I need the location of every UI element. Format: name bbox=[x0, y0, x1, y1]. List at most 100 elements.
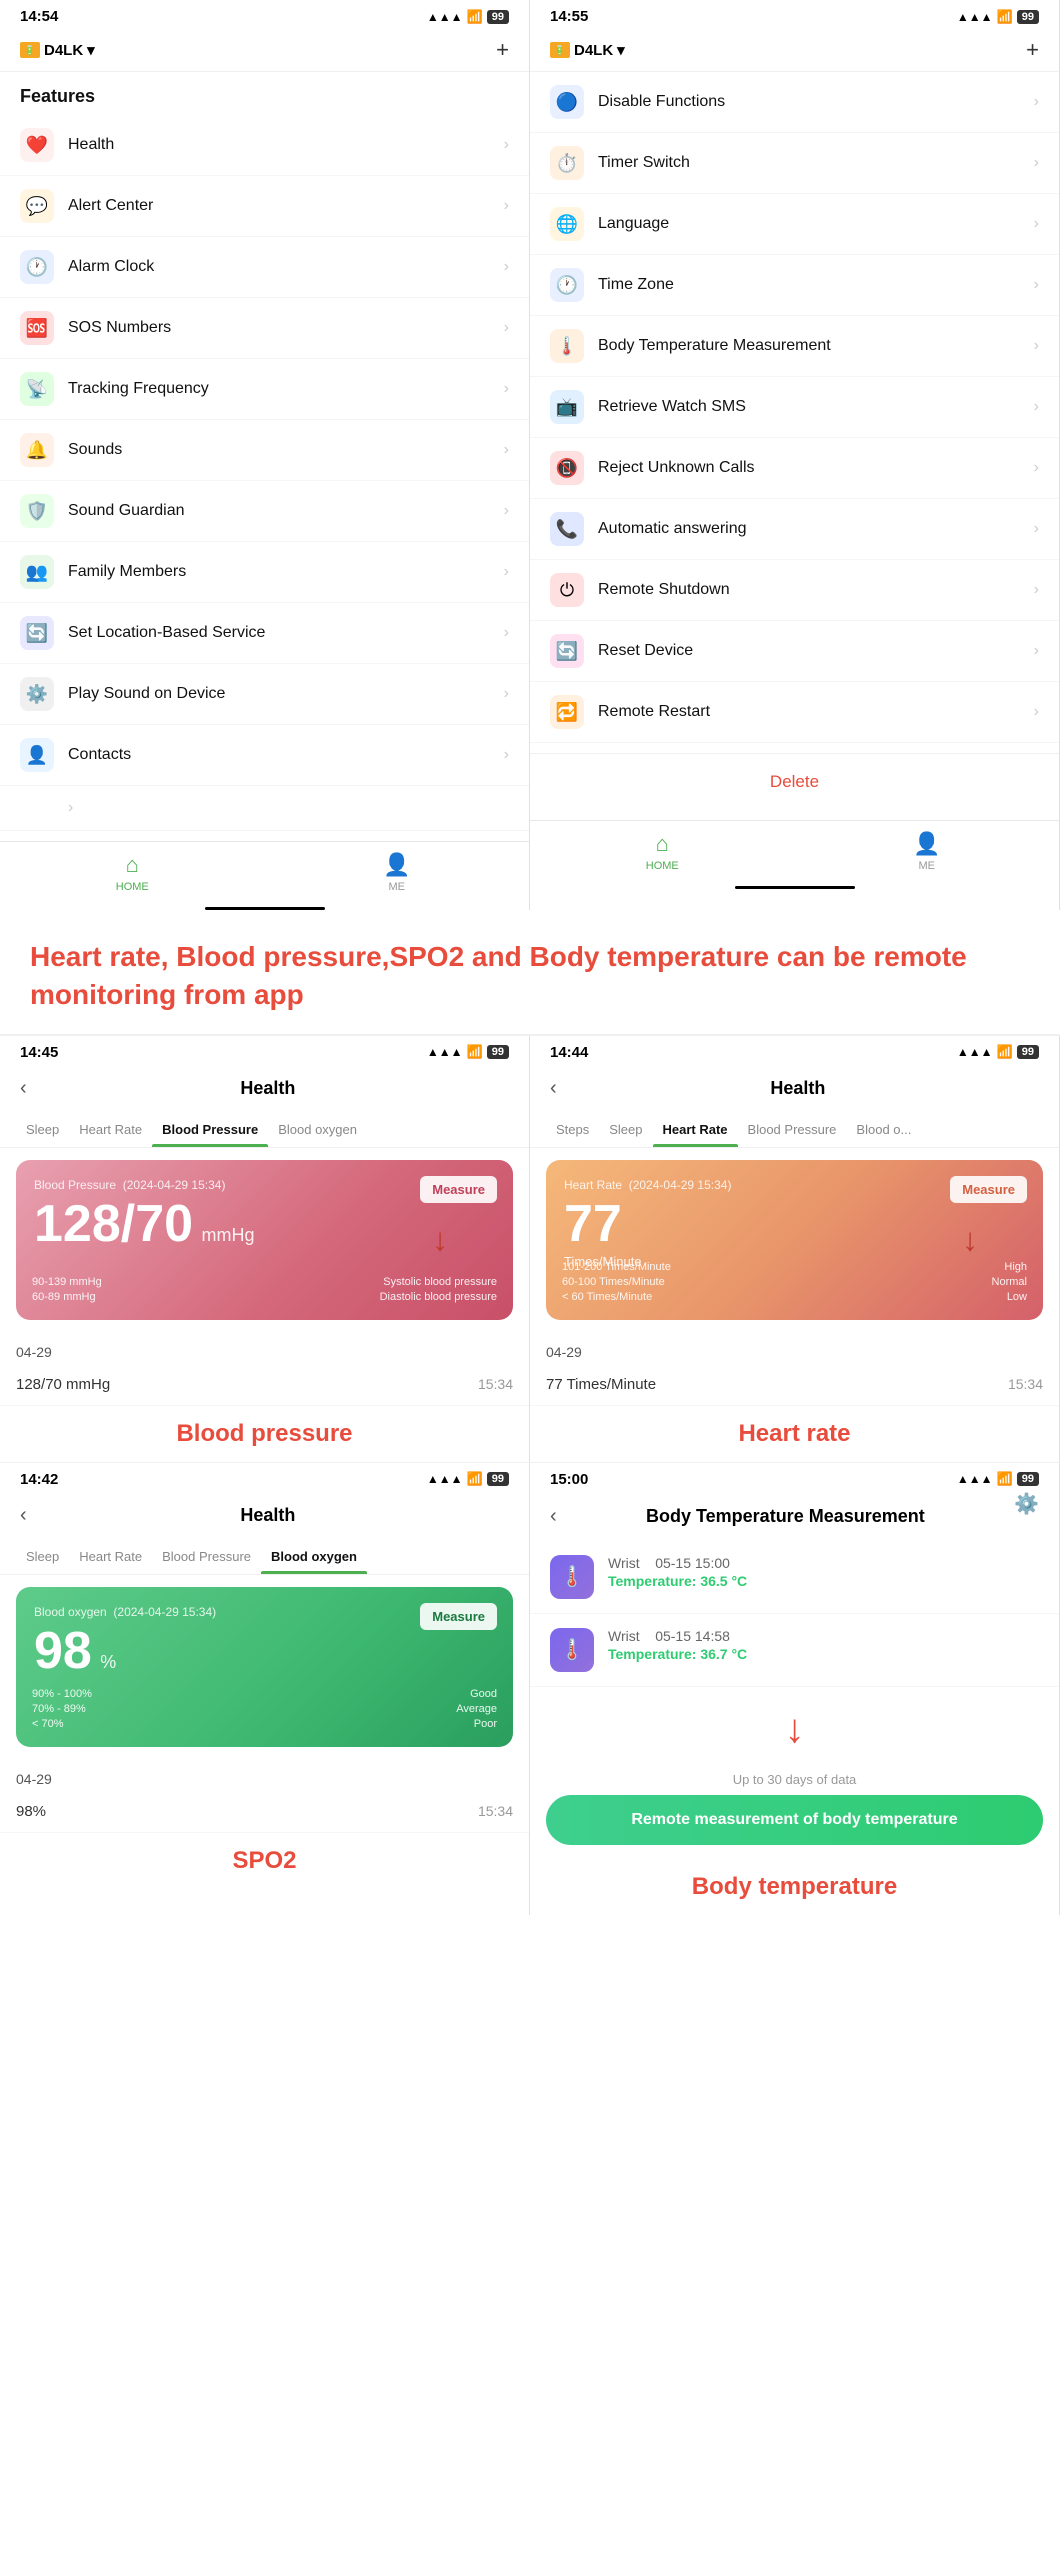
menu-item-reject-calls[interactable]: 📵 Reject Unknown Calls › bbox=[530, 438, 1059, 499]
menu-item-body-temp[interactable]: 🌡️ Body Temperature Measurement › bbox=[530, 316, 1059, 377]
add-button-2[interactable]: + bbox=[1026, 37, 1039, 63]
tab-bar-1: ⌂ HOME 👤 ME bbox=[0, 841, 529, 901]
bp-tabs: Sleep Heart Rate Blood Pressure Blood ox… bbox=[0, 1112, 529, 1148]
hr-back-button[interactable]: ‹ bbox=[550, 1077, 557, 1100]
reset-device-chevron: › bbox=[1034, 642, 1039, 660]
sos-label: SOS Numbers bbox=[68, 319, 504, 337]
menu-item-alert-center[interactable]: 💬 Alert Center › bbox=[0, 176, 529, 237]
bp-measure-button[interactable]: Measure bbox=[420, 1176, 497, 1203]
menu-item-retrieve-sms[interactable]: 📺 Retrieve Watch SMS › bbox=[530, 377, 1059, 438]
menu-item-timer-switch[interactable]: ⏱️ Timer Switch › bbox=[530, 133, 1059, 194]
retrieve-sms-chevron: › bbox=[1034, 398, 1039, 416]
remote-measure-button[interactable]: Remote measurement of body temperature bbox=[546, 1795, 1043, 1845]
tab-home-1[interactable]: ⌂ HOME bbox=[0, 852, 265, 893]
temp-value-1: Temperature: 36.5 °C bbox=[608, 1573, 747, 1589]
menu-item-health[interactable]: ❤️ Health › bbox=[0, 115, 529, 176]
tab-blood-oxygen-hr[interactable]: Blood o... bbox=[846, 1112, 921, 1147]
bp-record-time: 15:34 bbox=[478, 1376, 513, 1392]
menu-item-sos-numbers[interactable]: 🆘 SOS Numbers › bbox=[0, 298, 529, 359]
tab-heart-rate-active[interactable]: Heart Rate bbox=[653, 1112, 738, 1147]
bp-back-button[interactable]: ‹ bbox=[20, 1077, 27, 1100]
bp-status-icons: ▲▲▲ 📶 99 bbox=[427, 1044, 509, 1060]
spo2-battery: 99 bbox=[487, 1472, 509, 1486]
tab-home-2[interactable]: ⌂ HOME bbox=[530, 831, 795, 872]
spo2-value: 98 bbox=[34, 1622, 92, 1680]
play-sound-chevron: › bbox=[504, 685, 509, 703]
menu-item-time-zone[interactable]: 🕐 Time Zone › bbox=[530, 255, 1059, 316]
delete-button[interactable]: Delete bbox=[530, 753, 1059, 810]
spo2-date-label: 04-29 bbox=[0, 1759, 529, 1791]
menu-item-tracking-freq[interactable]: 📡 Tracking Frequency › bbox=[0, 359, 529, 420]
me-icon-2: 👤 bbox=[913, 831, 940, 857]
home-icon-1: ⌂ bbox=[126, 852, 139, 878]
status-bar-1: 14:54 ▲▲▲ 📶 99 bbox=[0, 0, 529, 29]
app-header-1: 🔋 D4LK ▾ + bbox=[0, 29, 529, 72]
menu-item-language[interactable]: 🌐 Language › bbox=[530, 194, 1059, 255]
tab-me-2[interactable]: 👤 ME bbox=[795, 831, 1060, 872]
spo2-record: 98% 15:34 bbox=[0, 1791, 529, 1833]
hr-date-label: 04-29 bbox=[530, 1332, 1059, 1364]
tab-me-1[interactable]: 👤 ME bbox=[265, 852, 530, 893]
hr-range-normal-label: Normal bbox=[992, 1276, 1027, 1288]
tab-blood-pressure-hr[interactable]: Blood Pressure bbox=[738, 1112, 847, 1147]
temp-wifi: 📶 bbox=[997, 1471, 1013, 1487]
tab-blood-oxygen-bp[interactable]: Blood oxygen bbox=[268, 1112, 367, 1147]
temp-details-1: Wrist 05-15 15:00 Temperature: 36.5 °C bbox=[608, 1555, 747, 1589]
health-chevron: › bbox=[504, 136, 509, 154]
menu-item-disable-functions[interactable]: 🔵 Disable Functions › bbox=[530, 72, 1059, 133]
temp-back-button[interactable]: ‹ bbox=[550, 1505, 557, 1528]
tab-sleep-hr[interactable]: Sleep bbox=[599, 1112, 652, 1147]
promo-banner: Heart rate, Blood pressure,SPO2 and Body… bbox=[0, 910, 1060, 1034]
tab-blood-pressure-spo2[interactable]: Blood Pressure bbox=[152, 1539, 261, 1574]
wifi-icon-1: 📶 bbox=[467, 9, 483, 25]
tab-steps-hr[interactable]: Steps bbox=[546, 1112, 599, 1147]
spo2-back-button[interactable]: ‹ bbox=[20, 1504, 27, 1527]
time-zone-chevron: › bbox=[1034, 276, 1039, 294]
dropdown-arrow-2: ▾ bbox=[617, 41, 625, 59]
hr-measure-button[interactable]: Measure bbox=[950, 1176, 1027, 1203]
bp-time: 14:45 bbox=[20, 1044, 58, 1061]
menu-item-remote-shutdown[interactable]: ⏻ Remote Shutdown › bbox=[530, 560, 1059, 621]
time-zone-icon: 🕐 bbox=[550, 268, 584, 302]
temp-status-icons: ▲▲▲ 📶 99 bbox=[957, 1471, 1039, 1487]
bp-card: Blood Pressure (2024-04-29 15:34) 128/70… bbox=[16, 1160, 513, 1320]
menu-item-contacts[interactable]: 👤 Contacts › bbox=[0, 725, 529, 786]
tab-blood-oxygen-active[interactable]: Blood oxygen bbox=[261, 1539, 367, 1574]
time-2: 14:55 bbox=[550, 8, 588, 25]
menu-item-alarm-clock[interactable]: 🕐 Alarm Clock › bbox=[0, 237, 529, 298]
tab-sleep-spo2[interactable]: Sleep bbox=[16, 1539, 69, 1574]
phone-screen-1: 14:54 ▲▲▲ 📶 99 🔋 D4LK ▾ + Features ❤️ He… bbox=[0, 0, 530, 910]
tab-sleep-bp[interactable]: Sleep bbox=[16, 1112, 69, 1147]
bp-screen-label: Blood pressure bbox=[0, 1406, 529, 1462]
disable-chevron: › bbox=[1034, 93, 1039, 111]
menu-item-play-sound[interactable]: ⚙️ Play Sound on Device › bbox=[0, 664, 529, 725]
spo2-range-avg-label: Average bbox=[456, 1703, 497, 1715]
menu-item-extra-chevron[interactable]: › bbox=[0, 786, 529, 831]
temp-details-2: Wrist 05-15 14:58 Temperature: 36.7 °C bbox=[608, 1628, 747, 1662]
health-row-2: 14:42 ▲▲▲ 📶 99 ‹ Health Sleep Heart Rate… bbox=[0, 1462, 1060, 1915]
sound-guardian-chevron: › bbox=[504, 502, 509, 520]
sounds-chevron: › bbox=[504, 441, 509, 459]
me-label-2: ME bbox=[919, 860, 936, 872]
spo2-screen: 14:42 ▲▲▲ 📶 99 ‹ Health Sleep Heart Rate… bbox=[0, 1463, 530, 1915]
menu-item-set-location[interactable]: 🔄 Set Location-Based Service › bbox=[0, 603, 529, 664]
menu-item-auto-answer[interactable]: 📞 Automatic answering › bbox=[530, 499, 1059, 560]
temp-value-2: Temperature: 36.7 °C bbox=[608, 1646, 747, 1662]
menu-item-sounds[interactable]: 🔔 Sounds › bbox=[0, 420, 529, 481]
add-button-1[interactable]: + bbox=[496, 37, 509, 63]
temp-icon-1: 🌡️ bbox=[550, 1555, 594, 1599]
menu-item-sound-guardian[interactable]: 🛡️ Sound Guardian › bbox=[0, 481, 529, 542]
menu-item-reset-device[interactable]: 🔄 Reset Device › bbox=[530, 621, 1059, 682]
body-temp-label: Body Temperature Measurement bbox=[598, 337, 1034, 355]
menu-item-remote-restart[interactable]: 🔁 Remote Restart › bbox=[530, 682, 1059, 743]
temp-gear-icon[interactable]: ⚙️ bbox=[1014, 1491, 1039, 1516]
dropdown-arrow-1: ▾ bbox=[87, 41, 95, 59]
bp-range-systolic-val: 90-139 mmHg bbox=[32, 1276, 102, 1288]
arrow-section: ↓ bbox=[530, 1687, 1059, 1758]
menu-item-family-members[interactable]: 👥 Family Members › bbox=[0, 542, 529, 603]
tab-heart-rate-bp[interactable]: Heart Rate bbox=[69, 1112, 152, 1147]
tab-blood-pressure[interactable]: Blood Pressure bbox=[152, 1112, 268, 1147]
tab-heart-rate-spo2[interactable]: Heart Rate bbox=[69, 1539, 152, 1574]
timer-switch-icon: ⏱️ bbox=[550, 146, 584, 180]
spo2-measure-button[interactable]: Measure bbox=[420, 1603, 497, 1630]
